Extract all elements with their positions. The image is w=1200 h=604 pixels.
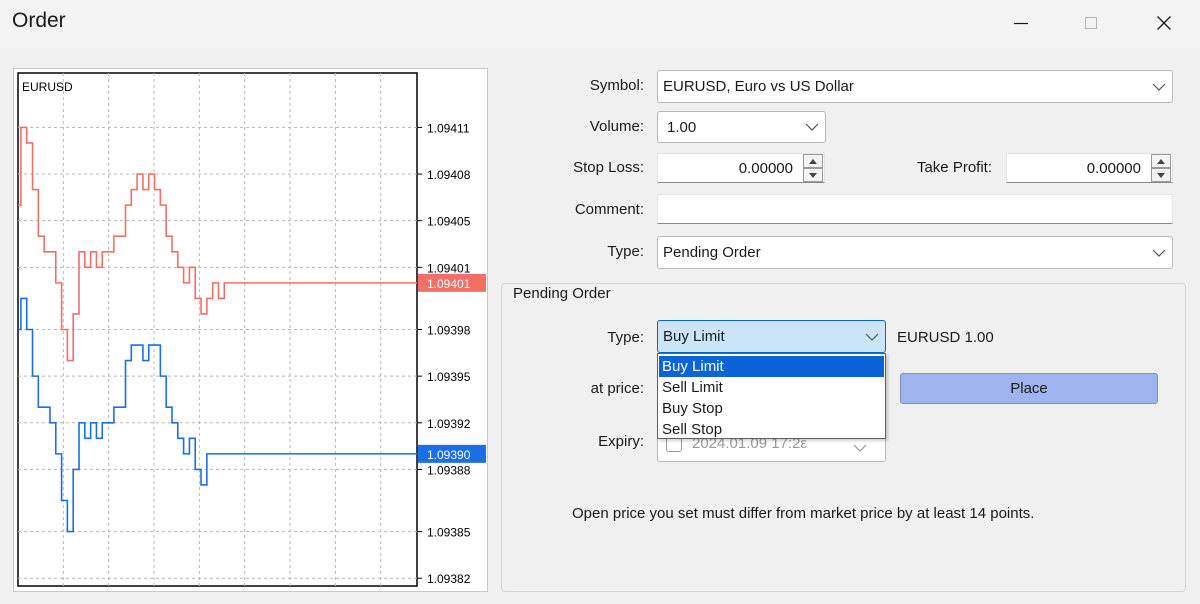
chevron-down-icon [1146,237,1172,268]
price-chart: 1.09411 1.09408 1.09405 1.09401 1.09398 1.093… [13,68,488,592]
order-type-value: Pending Order [663,244,761,261]
minimize-icon [1014,22,1028,25]
chart-canvas: 1.09411 1.09408 1.09405 1.09401 1.09398 1.093… [17,72,486,587]
chart-title: EURUSD [22,80,73,94]
pending-type-select[interactable]: Buy Limit [657,320,886,353]
y-tick-label: 1.09398 [427,324,471,338]
y-tick-label: 1.09405 [427,215,471,229]
y-tick-label: 1.09401 [427,261,471,275]
close-button[interactable] [1133,0,1195,46]
symbol-select[interactable]: EURUSD, Euro vs US Dollar [657,70,1173,103]
stop-loss-field[interactable] [657,153,825,183]
take-profit-spinner[interactable] [1151,154,1171,182]
dropdown-option-buy-limit[interactable]: Buy Limit [659,356,884,377]
dropdown-option-buy-stop[interactable]: Buy Stop [659,398,884,419]
take-profit-label: Take Profit: [916,159,992,176]
maximize-icon [1085,17,1097,29]
take-profit-field[interactable] [1006,153,1173,183]
pending-type-value: Buy Limit [663,328,725,345]
info-message: Open price you set must differ from mark… [572,505,1035,522]
volume-select[interactable]: 1.00 [657,111,826,143]
close-icon [1157,16,1171,30]
expiry-label: Expiry: [598,433,644,450]
y-tick-label: 1.09392 [427,417,471,431]
place-button[interactable]: Place [900,373,1158,404]
volume-value: 1.00 [667,118,697,136]
y-tick-label: 1.09411 [427,121,470,135]
maximize-button[interactable] [1060,0,1122,46]
chevron-down-icon [853,439,867,456]
comment-label: Comment: [574,201,644,218]
minimize-button[interactable] [990,0,1052,46]
pending-summary: EURUSD 1.00 [897,329,994,346]
y-tick-label: 1.09408 [427,168,471,182]
chevron-down-icon [799,112,825,142]
dropdown-option-sell-limit[interactable]: Sell Limit [659,377,884,398]
window-title: Order [12,9,66,32]
y-tick-label: 1.09385 [427,526,471,540]
current-price-label: 1.09401 [427,277,471,291]
type-label: Type: [607,243,644,260]
title-bar: Order [0,0,1200,48]
pending-type-label: Type: [607,329,644,346]
stop-loss-label: Stop Loss: [573,159,644,176]
chevron-down-icon [859,321,885,352]
spin-up-icon[interactable] [803,154,823,168]
stop-loss-spinner[interactable] [803,154,823,182]
at-price-label: at price: [590,380,644,397]
comment-input[interactable] [657,194,1173,224]
dropdown-option-sell-stop[interactable]: Sell Stop [659,419,884,440]
y-tick-label: 1.09395 [427,370,471,384]
stop-loss-input[interactable] [658,154,799,182]
symbol-label: Symbol: [589,77,644,94]
volume-label: Volume: [589,118,644,135]
order-type-select[interactable]: Pending Order [657,236,1173,269]
chevron-down-icon [1146,71,1172,102]
spin-down-icon[interactable] [1151,168,1171,182]
y-tick-label: 1.09388 [427,463,471,477]
pending-type-dropdown: Buy Limit Sell Limit Buy Stop Sell Stop [657,353,886,439]
spin-up-icon[interactable] [1151,154,1171,168]
symbol-value: EURUSD, Euro vs US Dollar [663,78,854,95]
y-tick-label: 1.09382 [427,572,471,586]
take-profit-input[interactable] [1007,154,1147,182]
pending-order-title: Pending Order [508,285,616,302]
spin-down-icon[interactable] [803,168,823,182]
current-price-label: 1.09390 [427,448,471,462]
